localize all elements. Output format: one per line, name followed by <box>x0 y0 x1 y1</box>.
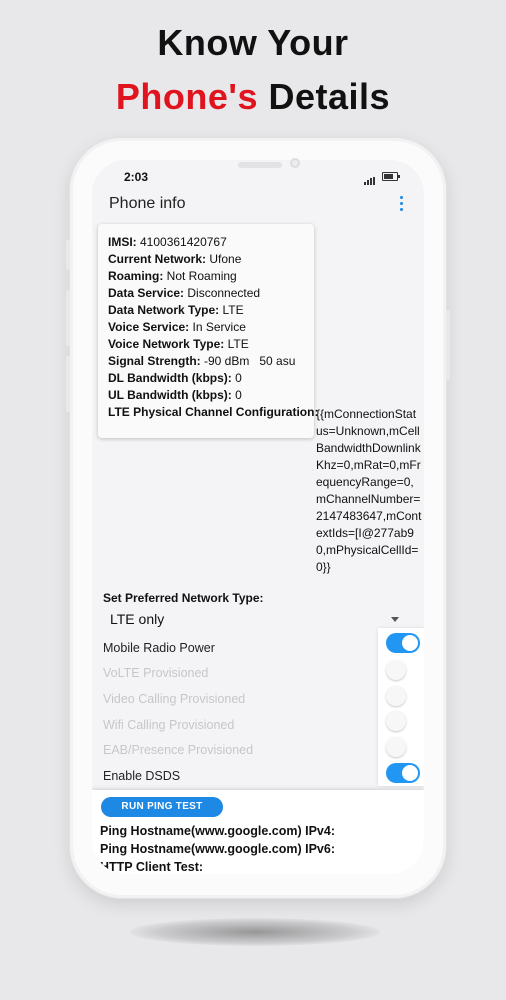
app-title: Phone info <box>109 195 186 212</box>
phone-side-button <box>66 240 70 270</box>
ping-panel: RUN PING TEST Ping Hostname(www.google.c… <box>92 790 424 874</box>
run-ping-test-button[interactable]: RUN PING TEST <box>101 797 223 817</box>
ping-ipv6-label: Ping Hostname(www.google.com) IPv6: <box>100 842 335 856</box>
headline-line-1: Know Your <box>157 22 349 63</box>
http-client-test-label: HTTP Client Test: <box>100 860 204 874</box>
signal-icon <box>364 177 376 185</box>
toggle-label-mobile-radio-power: Mobile Radio Power <box>103 641 215 655</box>
phone-power-button <box>446 310 450 380</box>
info-row-voice-service: Voice Service: In Service <box>108 320 246 334</box>
battery-icon <box>382 172 400 181</box>
headline-line-2: Phone's Details <box>0 76 506 118</box>
dropdown-arrow-icon <box>391 617 399 622</box>
phone-screen: 2:03 Phone info IMSI: 4100361420767 Curr… <box>92 160 424 874</box>
toggle-label-eab-presence: EAB/Presence Provisioned <box>103 743 254 757</box>
toggle-label-video-calling: Video Calling Provisioned <box>103 692 246 706</box>
toggle-label-enable-dsds: Enable DSDS <box>103 769 181 783</box>
switch-enable-dsds[interactable] <box>386 763 420 783</box>
preferred-network-select[interactable]: LTE only <box>103 610 403 630</box>
phone-shadow <box>130 918 380 946</box>
phone-side-button <box>66 290 70 346</box>
headline-rest: Details <box>258 76 391 117</box>
preferred-network-label: Set Preferred Network Type: <box>103 591 264 605</box>
phone-side-button <box>66 356 70 412</box>
headline-accent: Phone's <box>115 76 259 117</box>
info-row-data-network-type: Data Network Type: LTE <box>108 303 244 317</box>
info-card: IMSI: 4100361420767 Current Network: Ufo… <box>98 224 318 438</box>
preferred-network-value: LTE only <box>110 611 165 627</box>
ping-ipv4-label: Ping Hostname(www.google.com) IPv4: <box>100 824 335 838</box>
info-row-ul-bandwidth: UL Bandwidth (kbps): 0 <box>108 388 242 402</box>
info-row-voice-network-type: Voice Network Type: LTE <box>108 337 249 351</box>
status-time: 2:03 <box>124 170 149 184</box>
phone-camera <box>290 158 300 168</box>
info-row-signal-strength: Signal Strength: -90 dBm 50 asu <box>108 354 296 368</box>
lte-config-value: {{mConnectionStatus=Unknown,mCellBandwid… <box>316 407 422 574</box>
info-row-imsi: IMSI: 4100361420767 <box>108 235 227 249</box>
switch-video-calling[interactable] <box>386 686 420 706</box>
toggle-label-volte-provisioned: VoLTE Provisioned <box>103 666 209 680</box>
toggle-label-wifi-calling: Wifi Calling Provisioned <box>103 718 235 732</box>
switch-volte-provisioned[interactable] <box>386 660 420 680</box>
info-row-dl-bandwidth: DL Bandwidth (kbps): 0 <box>108 371 242 385</box>
info-row-roaming: Roaming: Not Roaming <box>108 269 237 283</box>
more-vertical-icon[interactable] <box>400 196 404 214</box>
info-row-current-network: Current Network: Ufone <box>108 252 242 266</box>
switch-mobile-radio-power[interactable] <box>386 633 420 653</box>
info-row-lte-config-label: LTE Physical Channel Configuration: <box>108 405 319 419</box>
switch-wifi-calling[interactable] <box>386 711 420 731</box>
phone-speaker <box>238 162 282 168</box>
status-icons <box>364 172 400 190</box>
switch-eab-presence[interactable] <box>386 737 420 757</box>
info-row-data-service: Data Service: Disconnected <box>108 286 261 300</box>
